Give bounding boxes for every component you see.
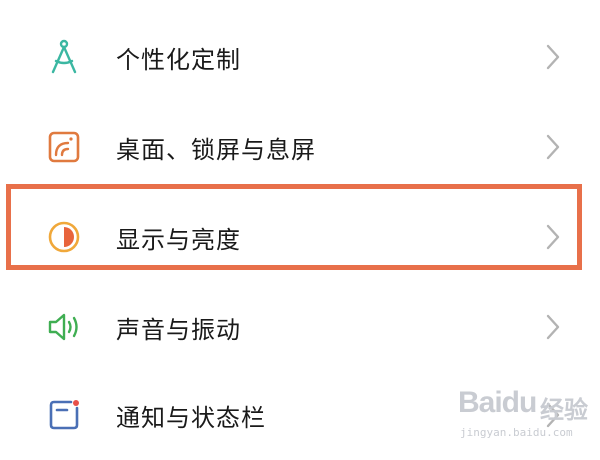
chevron-right-icon bbox=[546, 44, 560, 70]
chevron-right-icon bbox=[546, 314, 560, 340]
compass-icon bbox=[44, 37, 84, 77]
settings-item-label: 个性化定制 bbox=[116, 45, 241, 74]
settings-item-desktop-lockscreen[interactable]: 桌面、锁屏与息屏 bbox=[0, 102, 600, 192]
settings-item-label: 通知与状态栏 bbox=[116, 403, 266, 432]
settings-item-label: 桌面、锁屏与息屏 bbox=[116, 135, 316, 164]
notification-icon bbox=[44, 395, 84, 435]
wallpaper-icon bbox=[44, 127, 84, 167]
speaker-icon bbox=[44, 307, 84, 347]
watermark-brand: Baidu bbox=[458, 386, 537, 419]
highlight-box bbox=[6, 184, 582, 270]
chevron-right-icon bbox=[546, 134, 560, 160]
baidu-jingyan-watermark: Baidu 经验 jingyan.baidu.com bbox=[458, 382, 596, 446]
watermark-url: jingyan.baidu.com bbox=[460, 426, 573, 439]
settings-item-label: 声音与振动 bbox=[116, 315, 241, 344]
settings-item-sound-vibration[interactable]: 声音与振动 bbox=[0, 282, 600, 372]
settings-item-personalization[interactable]: 个性化定制 bbox=[0, 12, 600, 102]
watermark-suffix: 经验 bbox=[540, 396, 588, 424]
